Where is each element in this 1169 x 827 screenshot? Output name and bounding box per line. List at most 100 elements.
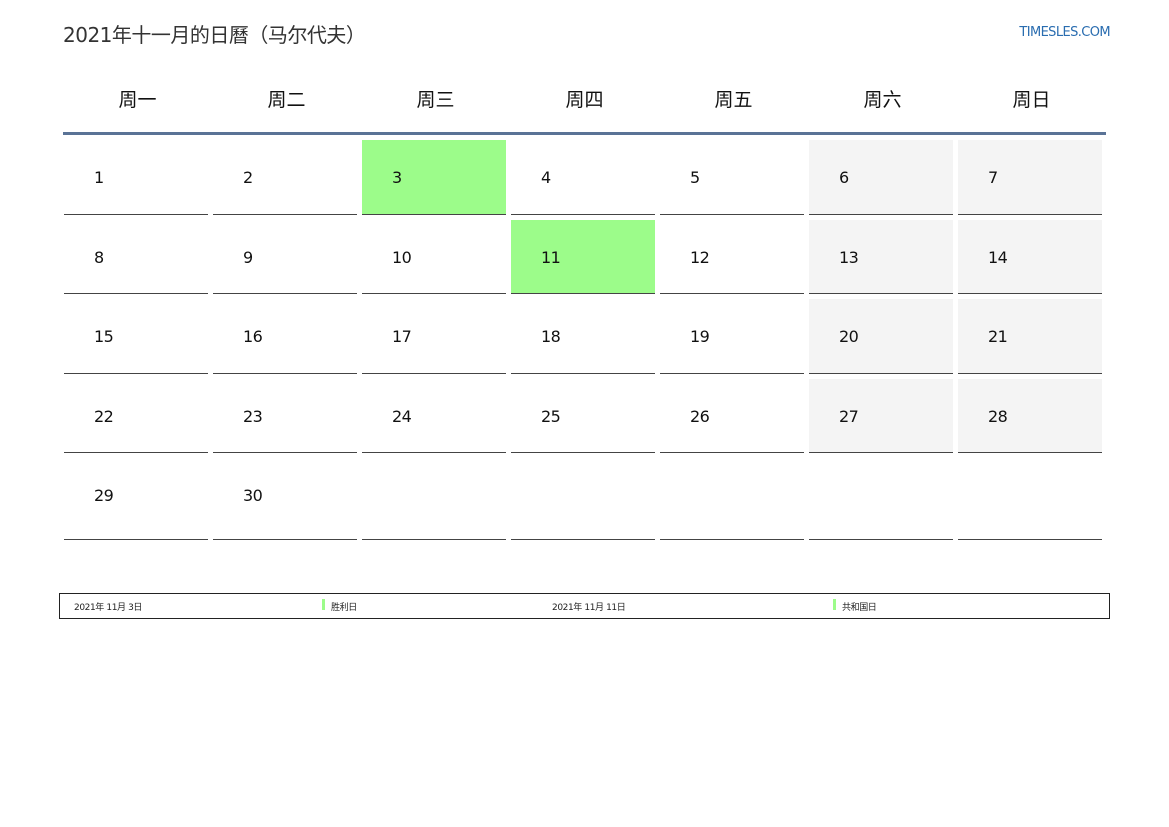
weekday-wed: 周三 xyxy=(416,89,455,111)
day-cell[interactable]: 19 xyxy=(659,294,808,374)
day-number: 3 xyxy=(392,168,402,187)
day-cell xyxy=(957,453,1106,540)
day-number: 24 xyxy=(392,406,412,426)
day-number: 26 xyxy=(690,406,710,426)
day-cell[interactable]: 23 xyxy=(212,374,361,453)
day-number: 5 xyxy=(690,168,700,187)
day-number: 12 xyxy=(690,247,710,267)
day-cell xyxy=(808,453,957,540)
day-number: 17 xyxy=(392,327,412,346)
day-cell-background: 13 xyxy=(809,219,953,294)
calendar-week-row: 29 30 xyxy=(63,453,1106,540)
day-cell[interactable]: 1 xyxy=(63,135,212,215)
day-cell[interactable]: 12 xyxy=(659,215,808,294)
day-cell[interactable]: 16 xyxy=(212,294,361,374)
day-cell[interactable]: 2 xyxy=(212,135,361,215)
day-cell-background xyxy=(362,458,506,540)
weekday-header-row: 周一 周二 周三 周四 周五 周六 周日 xyxy=(63,68,1106,132)
day-cell[interactable]: 29 xyxy=(63,453,212,540)
day-cell-background: 7 xyxy=(958,140,1102,215)
day-cell-background: 14 xyxy=(958,219,1102,294)
day-number: 8 xyxy=(94,247,104,267)
legend-holiday-2: 共和国日 xyxy=(842,603,877,613)
day-cell[interactable]: 22 xyxy=(63,374,212,453)
day-number: 9 xyxy=(243,247,253,267)
holiday-day-cell[interactable]: 3 xyxy=(361,135,510,215)
day-cell[interactable]: 10 xyxy=(361,215,510,294)
day-cell[interactable]: 17 xyxy=(361,294,510,374)
day-number: 27 xyxy=(839,406,859,426)
calendar-week-row: 1 2 3 4 5 6 7 xyxy=(63,135,1106,215)
day-number: 1 xyxy=(94,168,104,187)
day-cell-background: 10 xyxy=(362,220,506,294)
day-cell-background: 11 xyxy=(511,219,655,294)
day-cell[interactable]: 7 xyxy=(957,135,1106,215)
legend-color-marker-1 xyxy=(322,599,325,610)
day-number: 15 xyxy=(94,327,114,346)
weekday-sat: 周六 xyxy=(863,89,902,111)
legend-date-1: 2021年 11月 3日 xyxy=(74,603,143,613)
day-cell-background: 18 xyxy=(511,299,655,374)
weekday-tue: 周二 xyxy=(267,89,306,111)
day-cell-background: 29 xyxy=(64,458,208,540)
day-cell[interactable]: 13 xyxy=(808,215,957,294)
day-cell-background: 27 xyxy=(809,378,953,453)
day-number: 28 xyxy=(988,406,1008,426)
day-cell-background: 4 xyxy=(511,140,655,215)
day-number: 14 xyxy=(988,247,1008,267)
day-cell[interactable]: 5 xyxy=(659,135,808,215)
day-cell[interactable]: 30 xyxy=(212,453,361,540)
day-number: 7 xyxy=(988,168,998,187)
calendar-week-row: 15 16 17 18 19 20 21 xyxy=(63,294,1106,374)
day-number: 4 xyxy=(541,168,551,187)
day-number: 22 xyxy=(94,406,114,426)
calendar-weeks: 1 2 3 4 5 6 7 8 9 10 11 12 13 14 15 16 17 18 19 20 21 22 23 24 2… xyxy=(63,135,1106,540)
day-cell[interactable]: 28 xyxy=(957,374,1106,453)
day-cell[interactable]: 9 xyxy=(212,215,361,294)
day-cell[interactable]: 25 xyxy=(510,374,659,453)
day-cell-background: 9 xyxy=(213,220,357,294)
day-cell-background: 23 xyxy=(213,379,357,453)
day-cell[interactable]: 6 xyxy=(808,135,957,215)
calendar-grid: 周一 周二 周三 周四 周五 周六 周日 1 2 3 4 5 6 7 8 9 10 11 12 13 14… xyxy=(63,68,1106,540)
day-number: 19 xyxy=(690,327,710,346)
day-number: 11 xyxy=(541,247,561,267)
day-cell xyxy=(659,453,808,540)
day-cell-background xyxy=(660,458,804,540)
day-cell[interactable]: 8 xyxy=(63,215,212,294)
day-cell xyxy=(510,453,659,540)
day-cell[interactable]: 21 xyxy=(957,294,1106,374)
legend-holiday-1: 胜利日 xyxy=(331,603,357,613)
day-cell xyxy=(361,453,510,540)
day-number: 23 xyxy=(243,406,263,426)
day-cell[interactable]: 18 xyxy=(510,294,659,374)
day-cell[interactable]: 27 xyxy=(808,374,957,453)
legend-date-2: 2021年 11月 11日 xyxy=(552,603,626,613)
day-cell-background xyxy=(511,458,655,540)
day-cell-background: 12 xyxy=(660,220,804,294)
day-cell-background: 6 xyxy=(809,140,953,215)
day-cell-background: 30 xyxy=(213,458,357,540)
page-title: 2021年十一月的日曆（马尔代夫） xyxy=(63,23,366,47)
day-cell-background: 19 xyxy=(660,299,804,374)
calendar-week-row: 8 9 10 11 12 13 14 xyxy=(63,215,1106,294)
day-cell[interactable]: 15 xyxy=(63,294,212,374)
site-link[interactable]: TIMESLES.COM xyxy=(1019,25,1110,40)
calendar-week-row: 22 23 24 25 26 27 28 xyxy=(63,374,1106,453)
day-number: 2 xyxy=(243,168,253,187)
day-number: 6 xyxy=(839,168,849,187)
day-cell[interactable]: 20 xyxy=(808,294,957,374)
weekday-mon: 周一 xyxy=(118,89,157,111)
day-cell-background: 25 xyxy=(511,379,655,453)
day-cell-background xyxy=(958,458,1102,540)
day-number: 29 xyxy=(94,486,114,505)
day-cell[interactable]: 24 xyxy=(361,374,510,453)
day-cell-background: 16 xyxy=(213,299,357,374)
day-cell[interactable]: 4 xyxy=(510,135,659,215)
day-number: 10 xyxy=(392,247,412,267)
day-cell[interactable]: 26 xyxy=(659,374,808,453)
day-cell-background: 1 xyxy=(64,140,208,215)
weekday-sun: 周日 xyxy=(1012,89,1051,111)
holiday-day-cell[interactable]: 11 xyxy=(510,215,659,294)
day-cell[interactable]: 14 xyxy=(957,215,1106,294)
